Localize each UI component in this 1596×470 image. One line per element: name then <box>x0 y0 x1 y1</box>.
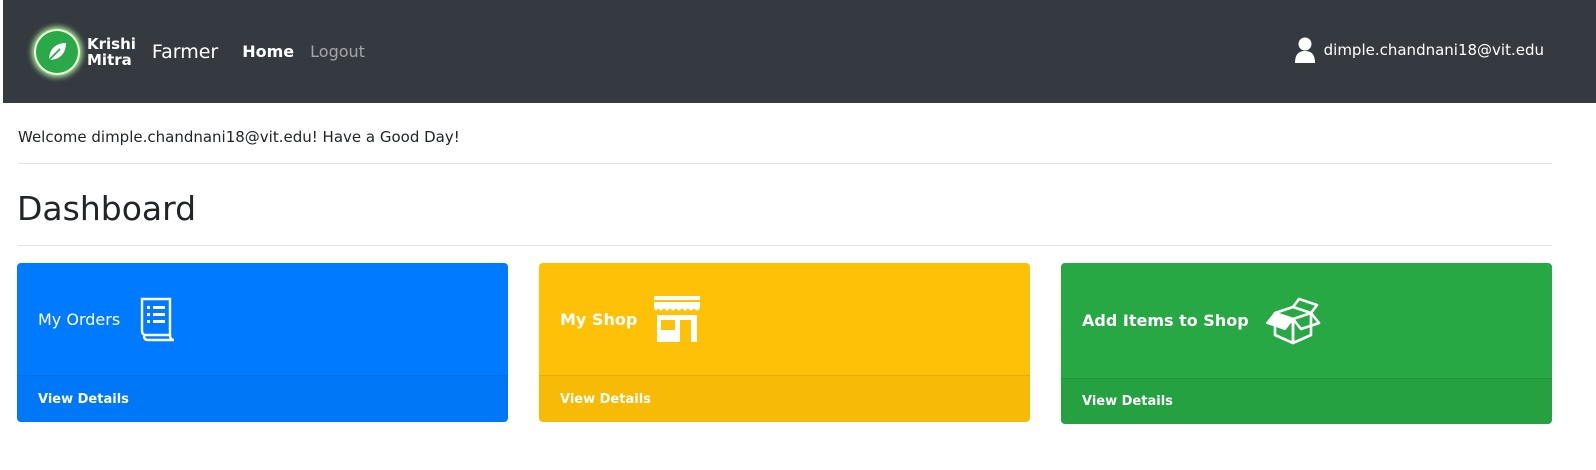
welcome-message: Welcome dimple.chandnani18@vit.edu! Have… <box>18 128 460 146</box>
card-footer[interactable]: View Details <box>17 375 508 422</box>
divider <box>18 163 1552 164</box>
card-body: Add Items to Shop <box>1061 263 1552 378</box>
brand-line-2: Mitra <box>87 50 132 69</box>
card-body: My Shop <box>539 263 1030 375</box>
nav-role-label[interactable]: Farmer <box>152 41 218 63</box>
page-title: Dashboard <box>17 189 197 228</box>
order-list-icon <box>140 297 175 342</box>
card-footer[interactable]: View Details <box>539 375 1030 422</box>
card-add-items: Add Items to Shop View Details <box>1061 263 1552 424</box>
nav-user[interactable]: dimple.chandnani18@vit.edu <box>1294 37 1544 63</box>
user-icon <box>1294 37 1315 63</box>
card-footer[interactable]: View Details <box>1061 378 1552 424</box>
view-details-link[interactable]: View Details <box>560 392 651 407</box>
divider <box>18 245 1552 246</box>
nav-home-link[interactable]: Home <box>242 42 294 61</box>
brand[interactable]: Krishi Mitra <box>34 28 136 75</box>
card-body: My Orders <box>17 263 508 375</box>
shop-storefront-icon <box>654 296 701 342</box>
user-email: dimple.chandnani18@vit.edu <box>1323 41 1544 59</box>
leaf-logo-icon <box>34 28 80 75</box>
card-my-shop: My Shop View Details <box>539 263 1030 422</box>
brand-line-1: Krishi <box>87 34 136 53</box>
top-navbar: Krishi Mitra Farmer Home Logout dimple.c… <box>3 0 1596 103</box>
card-title: My Shop <box>560 309 638 329</box>
card-title: Add Items to Shop <box>1082 311 1249 330</box>
nav-logout-link[interactable]: Logout <box>310 42 365 61</box>
card-my-orders: My Orders View Details <box>17 263 508 422</box>
view-details-link[interactable]: View Details <box>1082 394 1173 409</box>
view-details-link[interactable]: View Details <box>38 392 129 407</box>
brand-name: Krishi Mitra <box>87 36 136 68</box>
card-title: My Orders <box>38 309 121 329</box>
open-box-icon <box>1265 297 1320 344</box>
